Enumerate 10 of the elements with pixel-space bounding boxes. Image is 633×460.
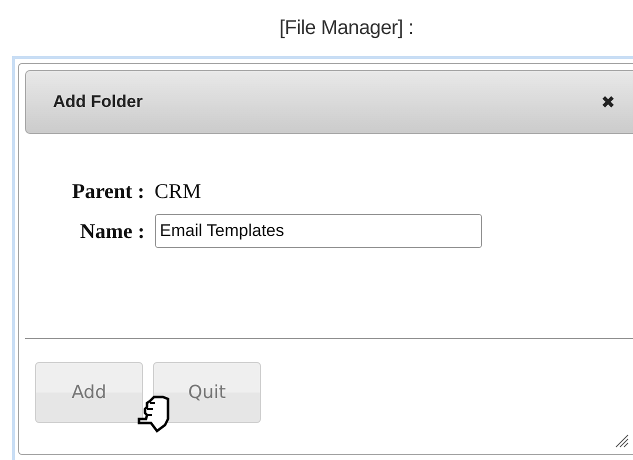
field-value: CRM	[154, 179, 202, 204]
close-button[interactable]: ✖	[601, 92, 615, 112]
field-label: Name :	[80, 218, 145, 244]
dialog-button[interactable]: Add	[35, 362, 143, 423]
dialog-title: Add Folder	[53, 92, 143, 112]
resize-grip-icon[interactable]	[615, 434, 629, 448]
dialog-button[interactable]: Quit	[153, 362, 261, 423]
field-label: Parent :	[72, 179, 145, 204]
page-caption: [File Manager] :	[279, 17, 414, 39]
name-input[interactable]: Email Templates	[154, 214, 482, 248]
